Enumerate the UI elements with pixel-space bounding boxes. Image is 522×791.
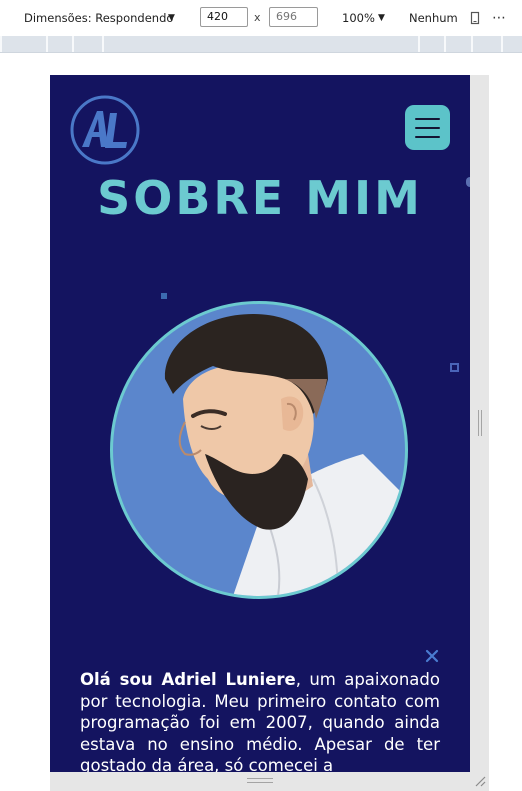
particle-cross-icon [425, 649, 439, 663]
portrait-illustration [164, 314, 405, 596]
particle-square [161, 293, 167, 299]
page-title: SOBRE MIM [97, 171, 423, 225]
bio-paragraph: Olá sou Adriel Luniere, um apaixonado po… [80, 669, 440, 772]
page-viewport: SOBRE MIM Olá sou Adriel Luniere, um apa… [50, 75, 470, 772]
dimensions-dropdown[interactable]: Dimensões: Respondendo [24, 0, 173, 36]
rotate-icon[interactable] [469, 0, 481, 36]
vertical-resize-handle[interactable] [478, 410, 482, 436]
logo-icon[interactable] [70, 95, 140, 165]
throttling-dropdown[interactable]: Nenhum [409, 0, 458, 36]
menu-button[interactable] [405, 105, 450, 150]
resize-corner-icon[interactable] [473, 774, 487, 788]
particle-square-outline [450, 363, 459, 372]
profile-portrait [110, 301, 408, 599]
bio-name: Olá sou Adriel Luniere [80, 670, 296, 689]
zoom-caret-icon[interactable]: ▼ [378, 0, 385, 36]
zoom-dropdown[interactable]: 100% [342, 0, 375, 36]
height-input[interactable] [269, 7, 318, 27]
media-query-bar[interactable] [0, 36, 522, 53]
device-toolbar: Dimensões: Respondendo ▼ x 100% ▼ Nenhum… [0, 0, 522, 37]
hamburger-menu-icon [415, 118, 440, 120]
dimension-separator: x [254, 11, 261, 24]
horizontal-resize-handle[interactable] [247, 778, 273, 783]
more-options-icon[interactable]: ⋯ [492, 0, 507, 36]
dimensions-caret-icon[interactable]: ▼ [168, 0, 175, 36]
width-input[interactable] [200, 7, 248, 27]
